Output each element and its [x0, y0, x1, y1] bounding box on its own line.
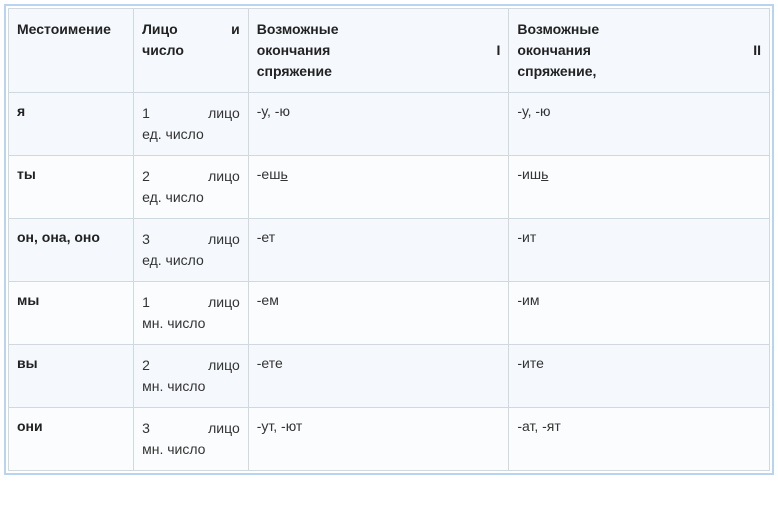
pronoun-text: он, она, оно: [17, 229, 100, 245]
cell-conj2: -ат, -ят: [509, 408, 770, 471]
cell-person: 2 лицо мн. число: [134, 345, 249, 408]
ending-text-pre: -еш: [257, 166, 281, 182]
pronoun-text: я: [17, 103, 25, 119]
table-row: он, она, оно 3 лицо ед. число -ет -ит: [9, 219, 770, 282]
ending-text: -у, -ю: [517, 103, 550, 119]
header-text-line: Возможные: [257, 19, 501, 40]
cell-conj1: -ем: [248, 282, 509, 345]
person-line: 3 лицо: [142, 229, 240, 250]
ending-text: -ат, -ят: [517, 418, 560, 434]
cell-pronoun: он, она, оно: [9, 219, 134, 282]
header-person-number: Лицо и число: [134, 9, 249, 93]
cell-person: 1 лицо ед. число: [134, 93, 249, 156]
pronoun-text: вы: [17, 355, 38, 371]
ending-text: -ем: [257, 292, 279, 308]
cell-person: 3 лицо ед. число: [134, 219, 249, 282]
cell-conj2: -ит: [509, 219, 770, 282]
cell-conj2: -у, -ю: [509, 93, 770, 156]
ending-text: -у, -ю: [257, 103, 290, 119]
pronoun-text: мы: [17, 292, 39, 308]
pronoun-text: они: [17, 418, 43, 434]
person-line: мн. число: [142, 376, 240, 397]
person-line: ед. число: [142, 124, 240, 145]
cell-person: 3 лицо мн. число: [134, 408, 249, 471]
cell-pronoun: они: [9, 408, 134, 471]
table-row: я 1 лицо ед. число -у, -ю -у, -ю: [9, 93, 770, 156]
ending-text-underline: ь: [280, 166, 287, 182]
table-row: мы 1 лицо мн. число -ем -им: [9, 282, 770, 345]
conjugation-table-wrapper: Местоимение Лицо и число Возможные оконч…: [4, 4, 774, 475]
ending-text-pre: -иш: [517, 166, 541, 182]
cell-conj1: -ет: [248, 219, 509, 282]
table-row: они 3 лицо мн. число -ут, -ют -ат, -ят: [9, 408, 770, 471]
ending-text: -им: [517, 292, 539, 308]
person-line: 2 лицо: [142, 355, 240, 376]
header-text-line: спряжение,: [517, 61, 761, 82]
ending-text: -ет: [257, 229, 275, 245]
cell-conj1: -ешь: [248, 156, 509, 219]
cell-conj1: -ут, -ют: [248, 408, 509, 471]
ending-text: -ут, -ют: [257, 418, 303, 434]
ending-text-underline: ь: [541, 166, 548, 182]
header-text-line: Лицо и: [142, 19, 240, 40]
table-row: ты 2 лицо ед. число -ешь -ишь: [9, 156, 770, 219]
header-text-line: окончания II: [517, 40, 761, 61]
cell-conj1: -ете: [248, 345, 509, 408]
cell-person: 1 лицо мн. число: [134, 282, 249, 345]
cell-conj2: -ите: [509, 345, 770, 408]
header-conjugation-1: Возможные окончания I спряжение: [248, 9, 509, 93]
header-text-line: число: [142, 40, 240, 61]
cell-conj2: -им: [509, 282, 770, 345]
person-line: ед. число: [142, 250, 240, 271]
header-text: Местоимение: [17, 21, 111, 37]
cell-conj2: -ишь: [509, 156, 770, 219]
cell-conj1: -у, -ю: [248, 93, 509, 156]
person-line: мн. число: [142, 313, 240, 334]
person-line: 3 лицо: [142, 418, 240, 439]
cell-pronoun: ты: [9, 156, 134, 219]
header-text-line: спряжение: [257, 61, 501, 82]
ending-text: -ите: [517, 355, 544, 371]
table-row: вы 2 лицо мн. число -ете -ите: [9, 345, 770, 408]
ending-text: -ит: [517, 229, 536, 245]
header-pronoun: Местоимение: [9, 9, 134, 93]
header-text-line: Возможные: [517, 19, 761, 40]
person-line: 1 лицо: [142, 292, 240, 313]
person-line: 1 лицо: [142, 103, 240, 124]
cell-pronoun: вы: [9, 345, 134, 408]
person-line: мн. число: [142, 439, 240, 460]
header-conjugation-2: Возможные окончания II спряжение,: [509, 9, 770, 93]
pronoun-text: ты: [17, 166, 36, 182]
person-line: 2 лицо: [142, 166, 240, 187]
person-line: ед. число: [142, 187, 240, 208]
conjugation-table: Местоимение Лицо и число Возможные оконч…: [8, 8, 770, 471]
ending-text: -ете: [257, 355, 283, 371]
cell-pronoun: мы: [9, 282, 134, 345]
table-header-row: Местоимение Лицо и число Возможные оконч…: [9, 9, 770, 93]
header-text-line: окончания I: [257, 40, 501, 61]
cell-pronoun: я: [9, 93, 134, 156]
cell-person: 2 лицо ед. число: [134, 156, 249, 219]
